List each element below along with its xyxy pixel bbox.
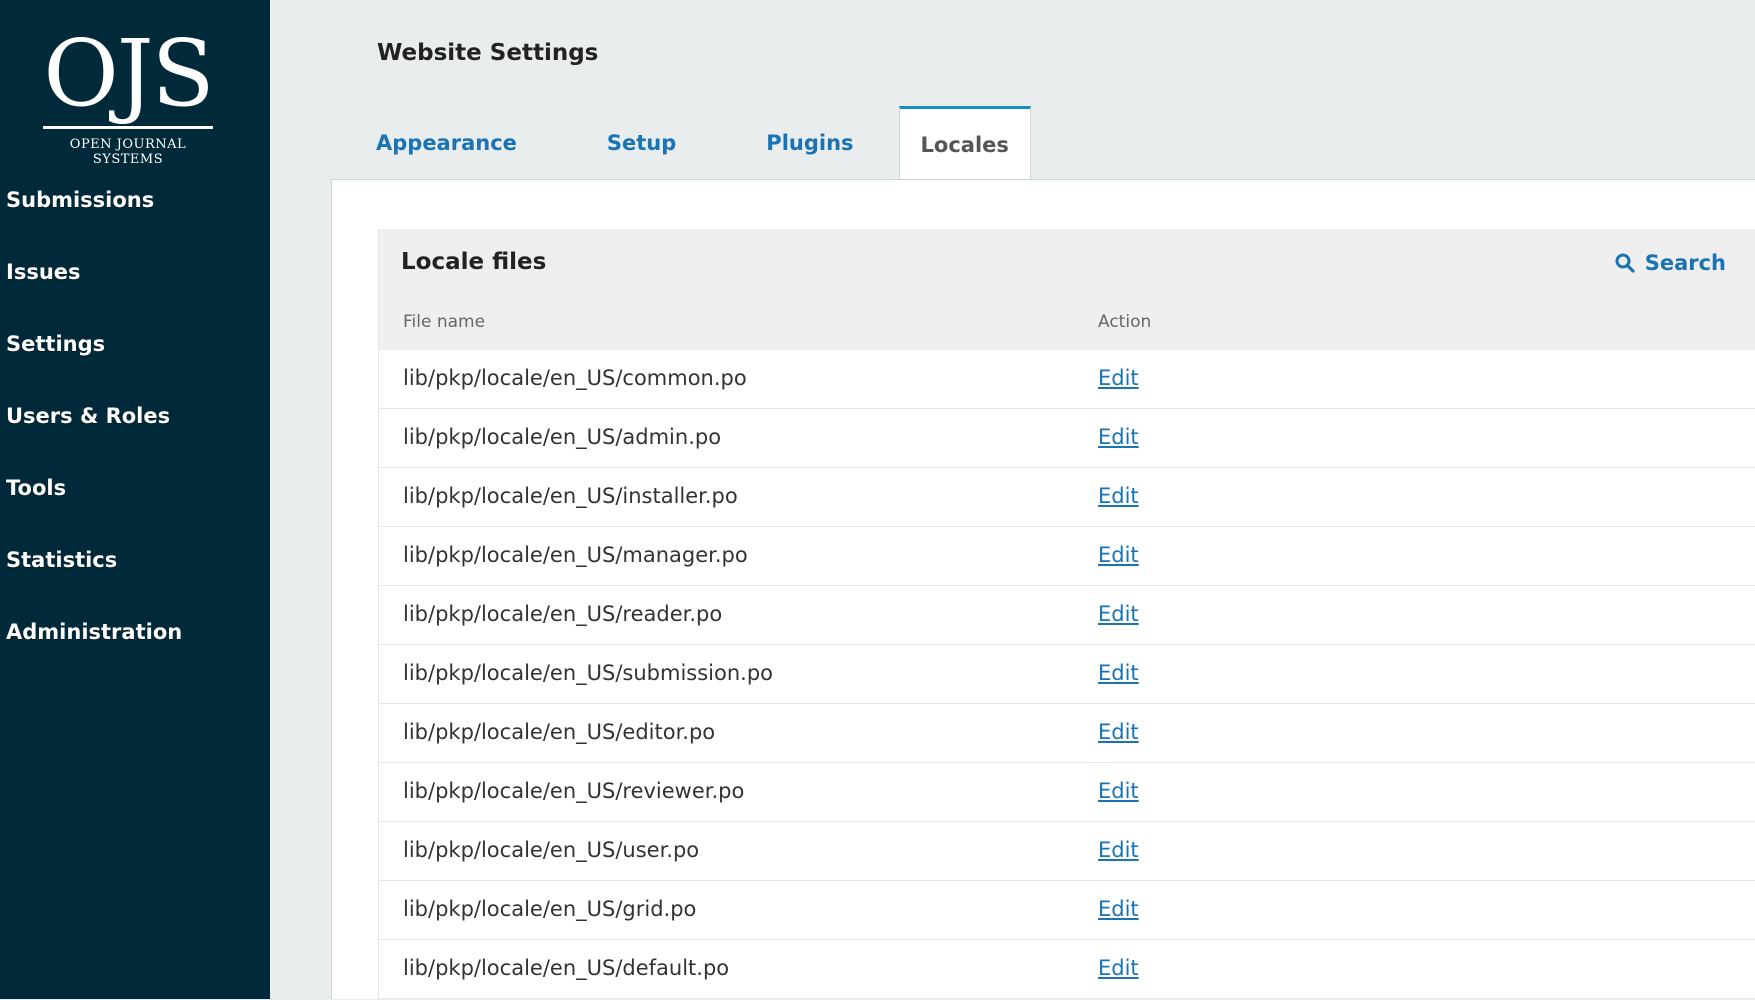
logo-mark: OJS (43, 20, 214, 127)
file-name: lib/pkp/locale/en_US/installer.po (403, 484, 738, 508)
edit-link[interactable]: Edit (1098, 602, 1139, 626)
tab-panel: Locale files Search File name Action lib… (331, 179, 1755, 1000)
sidebar-item-administration[interactable]: Administration (0, 596, 270, 668)
logo-subtitle: OPEN JOURNAL SYSTEMS (69, 137, 187, 167)
settings-tabs: Appearance Setup Plugins Locales (331, 106, 1031, 181)
ojs-logo[interactable]: OJS OPEN JOURNAL SYSTEMS (38, 20, 218, 167)
search-icon (1615, 253, 1635, 273)
table-row: lib/pkp/locale/en_US/default.po Edit (379, 940, 1755, 999)
edit-link[interactable]: Edit (1098, 661, 1139, 685)
edit-link[interactable]: Edit (1098, 543, 1139, 567)
edit-link[interactable]: Edit (1098, 897, 1139, 921)
file-name: lib/pkp/locale/en_US/editor.po (403, 720, 716, 744)
file-name: lib/pkp/locale/en_US/admin.po (403, 425, 722, 449)
table-row: lib/pkp/locale/en_US/reader.po Edit (379, 586, 1755, 645)
table-row: lib/pkp/locale/en_US/user.po Edit (379, 822, 1755, 881)
locale-files-grid: Locale files Search File name Action lib… (378, 229, 1755, 1000)
file-name: lib/pkp/locale/en_US/manager.po (403, 543, 748, 567)
page-title: Website Settings (377, 40, 599, 66)
sidebar-nav: Submissions Issues Settings Users & Role… (0, 188, 270, 668)
sidebar-item-issues[interactable]: Issues (0, 236, 270, 308)
tab-setup[interactable]: Setup (562, 106, 721, 180)
tab-appearance[interactable]: Appearance (331, 106, 562, 180)
table-row: lib/pkp/locale/en_US/grid.po Edit (379, 881, 1755, 940)
table-row: lib/pkp/locale/en_US/common.po Edit (379, 350, 1755, 409)
edit-link[interactable]: Edit (1098, 484, 1139, 508)
column-header-action: Action (1098, 312, 1152, 332)
table-row: lib/pkp/locale/en_US/installer.po Edit (379, 468, 1755, 527)
file-name: lib/pkp/locale/en_US/submission.po (403, 661, 774, 685)
sidebar-item-submissions[interactable]: Submissions (0, 164, 270, 236)
edit-link[interactable]: Edit (1098, 779, 1139, 803)
sidebar-item-tools[interactable]: Tools (0, 452, 270, 524)
tab-locales[interactable]: Locales (898, 106, 1031, 181)
sidebar: OJS OPEN JOURNAL SYSTEMS Submissions Iss… (0, 0, 270, 999)
file-name: lib/pkp/locale/en_US/grid.po (403, 897, 697, 921)
edit-link[interactable]: Edit (1098, 366, 1139, 390)
file-name: lib/pkp/locale/en_US/reviewer.po (403, 779, 745, 803)
edit-link[interactable]: Edit (1098, 956, 1139, 980)
table-row: lib/pkp/locale/en_US/submission.po Edit (379, 645, 1755, 704)
grid-title: Locale files (401, 249, 547, 275)
sidebar-item-settings[interactable]: Settings (0, 308, 270, 380)
file-name: lib/pkp/locale/en_US/common.po (403, 366, 747, 390)
table-row: lib/pkp/locale/en_US/reviewer.po Edit (379, 763, 1755, 822)
file-name: lib/pkp/locale/en_US/user.po (403, 838, 700, 862)
edit-link[interactable]: Edit (1098, 838, 1139, 862)
tab-plugins[interactable]: Plugins (721, 106, 898, 180)
file-name: lib/pkp/locale/en_US/reader.po (403, 602, 723, 626)
grid-rows: lib/pkp/locale/en_US/common.po Edit lib/… (379, 350, 1755, 999)
file-name: lib/pkp/locale/en_US/default.po (403, 956, 730, 980)
search-label: Search (1644, 251, 1726, 275)
edit-link[interactable]: Edit (1098, 425, 1139, 449)
table-row: lib/pkp/locale/en_US/manager.po Edit (379, 527, 1755, 586)
table-row: lib/pkp/locale/en_US/admin.po Edit (379, 409, 1755, 468)
edit-link[interactable]: Edit (1098, 720, 1139, 744)
grid-header: Locale files Search File name Action (379, 229, 1755, 350)
column-header-file-name: File name (403, 312, 486, 332)
sidebar-item-users-roles[interactable]: Users & Roles (0, 380, 270, 452)
table-row: lib/pkp/locale/en_US/editor.po Edit (379, 704, 1755, 763)
search-button[interactable]: Search (1615, 251, 1726, 275)
sidebar-item-statistics[interactable]: Statistics (0, 524, 270, 596)
